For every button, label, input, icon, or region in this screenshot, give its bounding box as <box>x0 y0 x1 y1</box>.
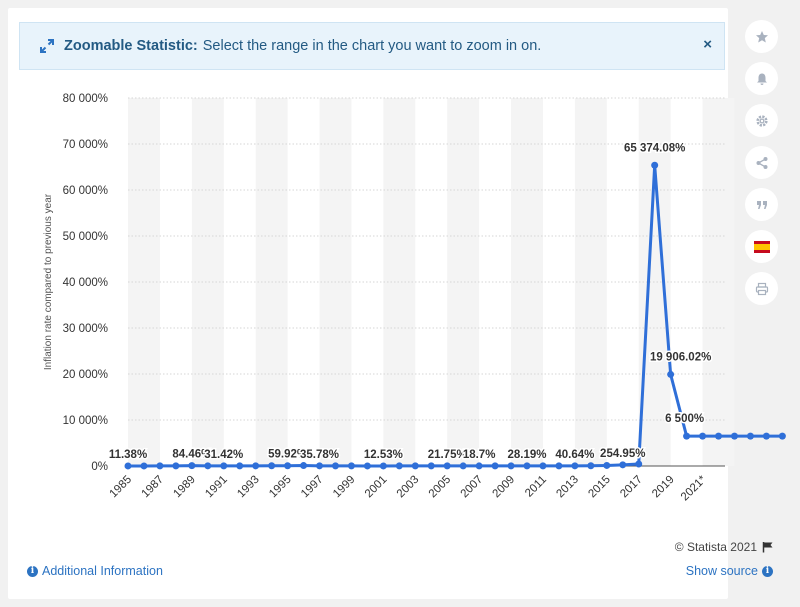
x-tick-label: 1987 <box>139 474 166 501</box>
x-tick-label: 1989 <box>171 474 198 501</box>
x-tick-label: 2019 <box>650 474 677 501</box>
data-point <box>236 462 244 470</box>
data-point <box>778 432 786 440</box>
data-point <box>571 462 579 470</box>
data-point <box>124 462 132 470</box>
x-tick-label: 2007 <box>459 474 486 501</box>
info-icon: i <box>762 565 773 577</box>
data-point <box>699 432 707 440</box>
x-tick-label: 2001 <box>363 474 390 501</box>
flag-icon <box>762 542 773 553</box>
data-point <box>491 462 499 470</box>
data-point <box>395 462 403 470</box>
info-icon: i <box>27 565 38 577</box>
data-point <box>363 462 371 470</box>
data-point <box>667 370 675 378</box>
data-point <box>635 460 643 468</box>
data-point <box>172 462 180 470</box>
additional-information-link[interactable]: i Additional Information <box>27 564 163 578</box>
data-point <box>220 462 228 470</box>
data-label: 18.7% <box>463 449 496 461</box>
y-tick-label: 70 000% <box>63 139 108 151</box>
background-band <box>702 98 735 466</box>
show-source-label: Show source <box>685 564 758 578</box>
data-label: 21.75% <box>428 449 467 461</box>
y-tick-label: 0% <box>91 461 108 473</box>
x-tick-label: 1993 <box>235 474 262 501</box>
data-point <box>715 432 723 440</box>
y-tick-label: 50 000% <box>63 231 108 243</box>
x-tick-label: 2011 <box>523 474 549 500</box>
line-chart[interactable]: 0% 10 000% 20 000% 30 000% 40 000% 50 000% 60 … <box>0 0 800 607</box>
data-point <box>539 462 547 470</box>
data-point <box>316 462 324 470</box>
x-tick-label: 1991 <box>203 474 230 501</box>
data-point <box>683 432 691 440</box>
data-point <box>651 161 659 169</box>
data-point <box>523 462 531 470</box>
data-point <box>427 462 435 470</box>
data-label: 35.78% <box>300 449 339 461</box>
y-tick-label: 10 000% <box>63 415 108 427</box>
statista-credit[interactable]: © Statista 2021 <box>675 540 774 554</box>
data-point <box>331 462 339 470</box>
additional-information-label: Additional Information <box>42 564 163 578</box>
x-tick-label: 2021* <box>679 473 709 503</box>
data-point <box>587 462 595 470</box>
data-point <box>555 462 563 470</box>
y-tick-label: 80 000% <box>63 93 108 105</box>
x-tick-label: 2017 <box>618 474 645 501</box>
data-label: 31.42% <box>204 449 243 461</box>
y-tick-label: 20 000% <box>63 369 108 381</box>
data-point <box>379 462 387 470</box>
data-point <box>268 462 276 470</box>
data-label: 19 906.02% <box>650 351 711 363</box>
data-point <box>746 432 754 440</box>
y-tick-label: 60 000% <box>63 185 108 197</box>
y-tick-label: 40 000% <box>63 277 108 289</box>
data-label: 40.64% <box>555 449 594 461</box>
data-point <box>411 462 419 470</box>
data-point <box>347 462 355 470</box>
x-tick-label: 2015 <box>586 474 613 501</box>
data-point <box>443 462 451 470</box>
data-point <box>459 462 467 470</box>
x-tick-label: 1985 <box>108 474 135 501</box>
data-label: 12.53% <box>364 449 403 461</box>
data-point <box>603 461 611 469</box>
x-tick-label: 2005 <box>427 474 454 501</box>
x-tick-label: 2009 <box>491 474 518 501</box>
x-tick-label: 2013 <box>554 474 581 501</box>
data-point <box>730 432 738 440</box>
data-point <box>156 462 164 470</box>
data-point <box>507 462 515 470</box>
data-point <box>762 432 770 440</box>
data-label: 65 374.08% <box>624 142 685 154</box>
data-point <box>252 462 260 470</box>
data-point <box>475 462 483 470</box>
x-tick-label: 2003 <box>395 474 422 501</box>
x-tick-label: 1999 <box>331 474 358 501</box>
data-point <box>188 462 196 470</box>
data-label: 28.19% <box>507 449 546 461</box>
credit-text: © Statista 2021 <box>674 540 757 554</box>
data-point <box>140 462 148 470</box>
y-axis-title: Inflation rate compared to previous year <box>43 193 54 370</box>
data-point <box>619 461 627 469</box>
data-label: 11.38% <box>109 449 147 461</box>
x-tick-label: 1995 <box>267 474 294 501</box>
show-source-link[interactable]: Show source i <box>686 564 773 578</box>
background-band <box>447 98 480 466</box>
data-label: 254.95% <box>600 448 645 460</box>
background-band <box>191 98 224 466</box>
data-point <box>204 462 212 470</box>
data-point <box>284 462 292 470</box>
data-label: 6 500% <box>665 413 704 425</box>
y-tick-label: 30 000% <box>63 323 108 335</box>
data-point <box>300 462 308 470</box>
x-tick-label: 1997 <box>299 474 326 501</box>
